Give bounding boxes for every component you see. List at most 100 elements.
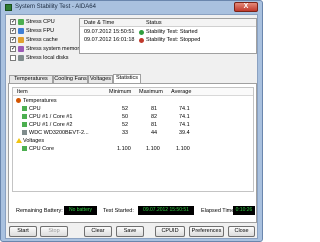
stress-cpu-label: Stress CPU	[26, 19, 55, 25]
minimum-value: 50	[122, 114, 129, 120]
status-bar: Remaining Battery: No battery Test Start…	[8, 206, 257, 216]
battery-label: Remaining Battery:	[16, 208, 63, 214]
cpu-icon	[22, 146, 27, 151]
statistics-table[interactable]: Item Minimum Maximum Average Temperature…	[12, 87, 254, 192]
table-row[interactable]: WDC WD3200BEVT-2... 33 44 39.4	[13, 130, 253, 137]
stress-disks-label: Stress local disks	[26, 55, 69, 61]
group-row-temperatures[interactable]: Temperatures	[13, 98, 253, 105]
average-value: 74.1	[179, 114, 190, 120]
statistics-header: Item Minimum Maximum Average	[13, 88, 253, 96]
maximum-column-header[interactable]: Maximum	[139, 89, 163, 95]
status-ok-icon	[139, 30, 144, 35]
window-close-button[interactable]: X	[234, 2, 258, 12]
item-name: CPU #1 / Core #1	[29, 114, 73, 120]
aida64-app-icon	[5, 4, 12, 11]
tab-statistics[interactable]: Statistics	[113, 74, 141, 83]
tab-temperatures[interactable]: Temperatures	[9, 75, 53, 83]
average-value: 74.1	[179, 122, 190, 128]
minimum-value: 52	[122, 122, 129, 128]
cpu-icon	[22, 114, 27, 119]
maximum-value: 81	[151, 122, 158, 128]
stress-cpu-option[interactable]: Stress CPU	[8, 18, 78, 27]
event-log-header: Date & Time Status	[80, 19, 256, 27]
average-column-header[interactable]: Average	[171, 89, 191, 95]
tab-strip: Temperatures Cooling Fans Voltages Stati…	[8, 74, 257, 83]
cache-icon	[18, 37, 24, 43]
event-log-row[interactable]: 09.07.2012 15:50:51 Stability Test: Star…	[80, 29, 256, 36]
cpu-icon	[22, 122, 27, 127]
table-row[interactable]: CPU #1 / Core #1 50 82 74.1	[13, 114, 253, 121]
status-column-header[interactable]: Status	[146, 20, 162, 26]
preferences-button[interactable]: Preferences	[189, 226, 224, 237]
item-column-header[interactable]: Item	[17, 89, 28, 95]
stop-button[interactable]: Stop	[40, 226, 68, 237]
average-value: 74.1	[179, 106, 190, 112]
elapsed-time-value: 0:10:26	[233, 206, 255, 215]
maximum-value: 44	[151, 130, 158, 136]
item-name: WDC WD3200BEVT-2...	[29, 130, 89, 136]
memory-icon	[18, 46, 24, 52]
battery-value: No battery	[64, 206, 97, 215]
tab-cooling-fans[interactable]: Cooling Fans	[53, 75, 88, 83]
cpu-icon	[22, 106, 27, 111]
close-button[interactable]: Close	[228, 226, 255, 237]
stress-cache-label: Stress cache	[26, 37, 58, 43]
thermometer-icon	[16, 98, 21, 103]
minimum-column-header[interactable]: Minimum	[109, 89, 131, 95]
app-window: System Stability Test - AIDA64 X Stress …	[0, 0, 263, 242]
item-name: CPU Core	[29, 146, 55, 152]
fpu-icon	[18, 28, 24, 34]
event-log-row[interactable]: 09.07.2012 16:01:18 Stability Test: Stop…	[80, 37, 256, 44]
table-row[interactable]: CPU Core 1.100 1.100 1.100	[13, 146, 253, 153]
minimum-value: 33	[122, 130, 129, 136]
save-button[interactable]: Save	[116, 226, 144, 237]
stress-options-panel: Stress CPU Stress FPU Stress cache Stres…	[8, 18, 82, 78]
datetime-column-header[interactable]: Date & Time	[84, 20, 114, 26]
stress-fpu-checkbox[interactable]	[10, 27, 16, 34]
group-label: Voltages	[23, 138, 45, 144]
status-stop-icon	[139, 38, 144, 43]
test-started-value: 09.07.2012 15:50:51	[138, 206, 194, 215]
maximum-value: 81	[151, 106, 158, 112]
minimum-value: 52	[122, 106, 129, 112]
item-name: CPU #1 / Core #2	[29, 122, 73, 128]
button-bar: Start Stop Clear Save CPUID Preferences …	[6, 226, 257, 238]
average-value: 39.4	[179, 130, 190, 136]
average-value: 1.100	[176, 146, 190, 152]
tab-voltages[interactable]: Voltages	[88, 75, 113, 83]
maximum-value: 82	[151, 114, 158, 120]
stress-fpu-label: Stress FPU	[26, 28, 55, 34]
event-datetime: 09.07.2012 15:50:51	[84, 29, 135, 35]
stress-cache-checkbox[interactable]	[10, 36, 16, 43]
clear-button[interactable]: Clear	[84, 226, 112, 237]
cpu-icon	[18, 19, 24, 25]
stress-memory-label: Stress system memory	[26, 46, 82, 52]
cpuid-button[interactable]: CPUID	[155, 226, 185, 237]
elapsed-time-label: Elapsed Time:	[201, 208, 236, 214]
group-label: Temperatures	[23, 98, 57, 104]
event-log-table[interactable]: Date & Time Status 09.07.2012 15:50:51 S…	[79, 18, 257, 54]
statistics-panel: Item Minimum Maximum Average Temperature…	[8, 83, 257, 223]
window-title: System Stability Test - AIDA64	[15, 4, 96, 10]
start-button[interactable]: Start	[9, 226, 37, 237]
stress-disks-checkbox[interactable]	[10, 55, 16, 61]
stress-fpu-option[interactable]: Stress FPU	[8, 27, 78, 36]
event-status: Stability Test: Stopped	[146, 37, 201, 43]
item-name: CPU	[29, 106, 41, 112]
minimum-value: 1.100	[117, 146, 131, 152]
stress-memory-option[interactable]: Stress system memory	[8, 45, 82, 54]
voltage-icon	[16, 138, 22, 143]
stress-memory-checkbox[interactable]	[10, 45, 16, 52]
title-bar[interactable]: System Stability Test - AIDA64 X	[1, 1, 262, 14]
group-row-voltages[interactable]: Voltages	[13, 138, 253, 145]
stress-disks-option[interactable]: Stress local disks	[8, 54, 78, 63]
stress-cpu-checkbox[interactable]	[10, 18, 16, 25]
event-status: Stability Test: Started	[146, 29, 198, 35]
event-datetime: 09.07.2012 16:01:18	[84, 37, 135, 43]
table-row[interactable]: CPU #1 / Core #2 52 81 74.1	[13, 122, 253, 129]
maximum-value: 1.100	[146, 146, 160, 152]
stress-cache-option[interactable]: Stress cache	[8, 36, 78, 45]
disk-icon	[22, 130, 27, 135]
table-row[interactable]: CPU 52 81 74.1	[13, 106, 253, 113]
client-area: Stress CPU Stress FPU Stress cache Stres…	[5, 14, 258, 239]
